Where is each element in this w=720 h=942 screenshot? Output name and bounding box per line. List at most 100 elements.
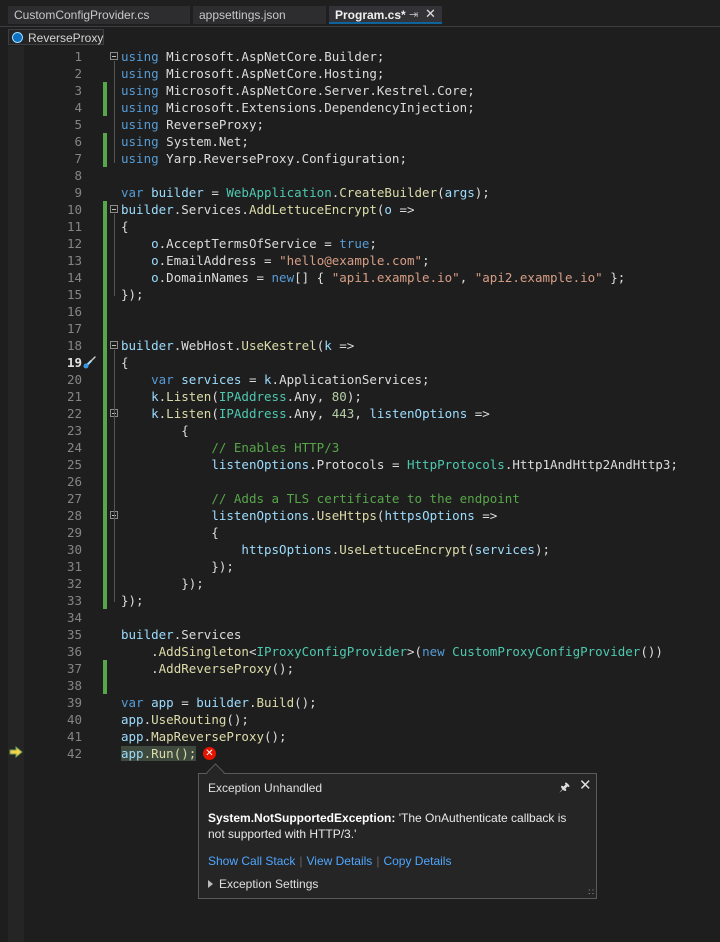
code-line[interactable]: { <box>121 218 129 235</box>
code-line[interactable]: o.EmailAddress = "hello@example.com"; <box>121 252 429 269</box>
line-number: 20 <box>66 372 82 387</box>
line-number: 30 <box>66 542 82 557</box>
fold-toggle[interactable] <box>110 341 118 349</box>
line-number: 13 <box>66 253 82 268</box>
change-bar <box>103 150 107 167</box>
expand-triangle-icon <box>208 880 213 888</box>
line-number: 41 <box>66 729 82 744</box>
code-line[interactable]: var app = builder.Build(); <box>121 694 317 711</box>
line-number: 25 <box>66 457 82 472</box>
code-line[interactable]: }); <box>121 592 144 609</box>
code-line[interactable]: k.Listen(IPAddress.Any, 443, listenOptio… <box>121 405 490 422</box>
code-line-current-statement[interactable]: app.Run(); <box>121 745 197 762</box>
code-line[interactable]: // Adds a TLS certificate to the endpoin… <box>121 490 520 507</box>
code-line[interactable]: builder.Services <box>121 626 241 643</box>
line-number: 27 <box>66 491 82 506</box>
show-call-stack-link[interactable]: Show Call Stack <box>208 854 295 868</box>
line-number: 9 <box>74 185 82 200</box>
line-number: 34 <box>66 610 82 625</box>
code-line[interactable]: builder.WebHost.UseKestrel(k => <box>121 337 354 354</box>
tab-label: appsettings.json <box>199 8 286 22</box>
code-line[interactable]: }); <box>121 286 144 303</box>
line-number: 22 <box>66 406 82 421</box>
code-line[interactable]: using Microsoft.AspNetCore.Hosting; <box>121 65 384 82</box>
code-line[interactable]: var services = k.ApplicationServices; <box>121 371 429 388</box>
tab-appsettings[interactable]: appsettings.json <box>193 6 326 24</box>
code-line[interactable]: { <box>121 524 219 541</box>
code-line[interactable]: .AddReverseProxy(); <box>121 660 294 677</box>
line-number: 24 <box>66 440 82 455</box>
error-icon[interactable]: ✕ <box>203 747 216 760</box>
line-number: 37 <box>66 661 82 676</box>
code-line[interactable]: using System.Net; <box>121 133 249 150</box>
tab-customconfigprovider[interactable]: CustomConfigProvider.cs <box>8 6 190 24</box>
outline-guide <box>114 61 115 163</box>
resize-grip-icon[interactable]: ∷ <box>588 888 594 897</box>
exception-type: System.NotSupportedException: <box>208 811 396 825</box>
code-line[interactable]: app.UseRouting(); <box>121 711 249 728</box>
copy-details-link[interactable]: Copy Details <box>383 854 451 868</box>
line-number: 11 <box>66 219 82 234</box>
code-line[interactable]: using Yarp.ReverseProxy.Configuration; <box>121 150 407 167</box>
close-icon[interactable]: ✕ <box>425 6 436 23</box>
pin-icon[interactable]: ⇥ <box>409 6 418 24</box>
document-tab-strip: CustomConfigProvider.cs appsettings.json… <box>0 0 720 26</box>
exception-message: System.NotSupportedException: 'The OnAut… <box>208 810 580 842</box>
execution-pointer-icon <box>9 746 23 758</box>
line-number: 35 <box>66 627 82 642</box>
exception-settings-toggle[interactable]: Exception Settings <box>208 877 318 891</box>
tab-program[interactable]: Program.cs* ⇥ ✕ <box>329 6 442 24</box>
code-line[interactable]: k.Listen(IPAddress.Any, 80); <box>121 388 362 405</box>
code-line[interactable]: using Microsoft.AspNetCore.Server.Kestre… <box>121 82 475 99</box>
popup-title: Exception Unhandled <box>208 781 323 795</box>
line-number: 26 <box>66 474 82 489</box>
code-line[interactable]: }); <box>121 575 204 592</box>
code-line[interactable]: { <box>121 354 129 371</box>
line-number: 6 <box>74 134 82 149</box>
line-number: 31 <box>66 559 82 574</box>
code-line[interactable]: o.DomainNames = new[] { "api1.example.io… <box>121 269 625 286</box>
pin-icon[interactable]: 🖈︎ <box>559 778 570 799</box>
code-line[interactable]: using Microsoft.AspNetCore.Builder; <box>121 48 384 65</box>
line-number: 38 <box>66 678 82 693</box>
code-line[interactable]: builder.Services.AddLettuceEncrypt(o => <box>121 201 415 218</box>
line-number: 18 <box>66 338 82 353</box>
line-number: 40 <box>66 712 82 727</box>
quick-actions-icon[interactable] <box>82 354 98 370</box>
code-line[interactable]: using Microsoft.Extensions.DependencyInj… <box>121 99 475 116</box>
code-line[interactable]: .AddSingleton<IProxyConfigProvider>(new … <box>121 643 663 660</box>
code-line[interactable]: var builder = WebApplication.CreateBuild… <box>121 184 490 201</box>
line-number-current: 19 <box>66 355 82 370</box>
line-number: 39 <box>66 695 82 710</box>
fold-toggle[interactable] <box>110 205 118 213</box>
code-line[interactable]: o.AcceptTermsOfService = true; <box>121 235 377 252</box>
link-separator: | <box>299 854 303 868</box>
csharp-project-icon <box>12 32 23 43</box>
project-dropdown[interactable]: ReverseProxy <box>8 29 104 45</box>
change-bar <box>103 133 107 150</box>
code-line[interactable]: app.MapReverseProxy(); <box>121 728 287 745</box>
code-line[interactable]: // Enables HTTP/3 <box>121 439 339 456</box>
view-details-link[interactable]: View Details <box>307 854 373 868</box>
exception-settings-label: Exception Settings <box>219 877 319 891</box>
tab-label: Program.cs* <box>335 8 406 22</box>
line-number: 32 <box>66 576 82 591</box>
line-number: 10 <box>66 202 82 217</box>
exception-helper-popup: Exception Unhandled 🖈︎ ✕ System.NotSuppo… <box>198 763 597 899</box>
navigation-bar: ReverseProxy <box>0 26 720 47</box>
code-line[interactable]: listenOptions.Protocols = HttpProtocols.… <box>121 456 678 473</box>
close-icon[interactable]: ✕ <box>579 776 592 794</box>
code-line[interactable]: using ReverseProxy; <box>121 116 264 133</box>
fold-toggle[interactable] <box>110 52 118 60</box>
code-line[interactable]: }); <box>121 558 234 575</box>
outline-guide <box>114 214 115 296</box>
code-line[interactable]: { <box>121 422 189 439</box>
line-number: 5 <box>74 117 82 132</box>
change-bar <box>103 677 107 694</box>
change-bar <box>103 82 107 99</box>
line-number: 15 <box>66 287 82 302</box>
code-line[interactable]: httpsOptions.UseLettuceEncrypt(services)… <box>121 541 550 558</box>
outline-guide <box>114 520 115 564</box>
exception-links: Show Call Stack | View Details | Copy Detail… <box>208 854 451 868</box>
code-line[interactable]: listenOptions.UseHttps(httpsOptions => <box>121 507 497 524</box>
